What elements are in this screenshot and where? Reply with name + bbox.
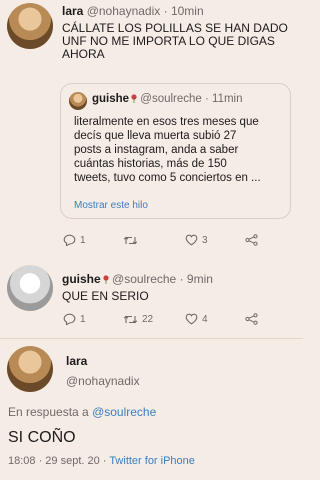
quoted-header: guishe @soulreche · 11min [92, 93, 243, 105]
reply-button[interactable]: 1 [63, 234, 123, 246]
quoted-avatar [69, 92, 87, 110]
reply-context: En respuesta a @soulreche [8, 405, 156, 419]
tweet-metadata: 18:08 · 29 sept. 20 · Twitter for iPhone [8, 455, 195, 467]
reply-icon [63, 313, 76, 325]
like-count: 3 [202, 234, 208, 246]
reply-icon [63, 234, 76, 246]
reply-count: 1 [80, 234, 86, 246]
tweet-text-line: AHORA [62, 47, 105, 61]
retweet-icon [123, 235, 138, 246]
quoted-text-line: cuántas historias, más de 150 [74, 158, 227, 170]
retweet-button[interactable] [123, 235, 185, 246]
reply-to-link[interactable]: @soulreche [92, 405, 156, 419]
share-button[interactable] [245, 234, 258, 246]
quoted-text: literalmente en esos tres meses que decí… [74, 115, 261, 185]
retweet-button[interactable]: 22 [123, 314, 185, 325]
reply-prefix: En respuesta a [8, 405, 89, 419]
reply-button[interactable]: 1 [63, 313, 123, 325]
tweet-timestamp: 18:08 · 29 sept. 20 · [8, 455, 107, 467]
author-name[interactable]: lara [62, 4, 83, 18]
share-icon [245, 313, 258, 325]
quoted-text-line: tweets, tuvo como 5 conciertos en ... [74, 172, 261, 184]
tweet-source-link[interactable]: Twitter for iPhone [109, 455, 195, 467]
quoted-tweet[interactable]: guishe @soulreche · 11min literalmente e… [60, 83, 291, 219]
tweet2-actions: 1 22 4 [63, 313, 258, 325]
rose-icon [131, 94, 137, 103]
retweet-count: 22 [142, 313, 154, 325]
author-name[interactable]: guishe [62, 272, 101, 286]
quoted-author-name: guishe [92, 93, 130, 105]
like-count: 4 [202, 313, 208, 325]
reply-count: 1 [80, 313, 86, 325]
divider [0, 338, 303, 339]
like-icon [185, 234, 198, 246]
quoted-text-line: literalmente en esos tres meses que [74, 116, 259, 128]
avatar-lara[interactable] [7, 3, 53, 49]
like-icon [185, 313, 198, 325]
author-handle[interactable]: @nohaynadix [66, 374, 140, 388]
retweet-icon [123, 314, 138, 325]
quoted-text-line: decís que lleva muerta subió 27 [74, 130, 237, 142]
author-handle[interactable]: @nohaynadix [87, 4, 161, 18]
avatar-lara[interactable] [7, 346, 53, 392]
avatar-guishe[interactable] [7, 265, 53, 311]
quoted-time: · 11min [205, 93, 243, 105]
share-icon [245, 234, 258, 246]
author-name[interactable]: lara [66, 354, 87, 368]
tweet1-actions: 1 3 [63, 234, 258, 246]
quoted-author-handle: @soulreche [140, 93, 202, 105]
tweet-time: · 10min [163, 4, 204, 18]
author-handle[interactable]: @soulreche [112, 272, 176, 286]
quoted-text-line: posts a instagram, anda a saber [74, 144, 239, 156]
tweet-time: · 9min [179, 272, 213, 286]
tweet2-text: QUE EN SERIO [62, 289, 149, 303]
share-button[interactable] [245, 313, 258, 325]
tweet1-text: CÁLLATE LOS POLILLAS SE HAN DADO UNF NO … [62, 22, 288, 61]
like-button[interactable]: 4 [185, 313, 245, 325]
tweet1-header: lara @nohaynadix · 10min [62, 4, 204, 18]
tweet3-text: SI COÑO [8, 429, 76, 446]
rose-icon [103, 275, 109, 284]
like-button[interactable]: 3 [185, 234, 245, 246]
show-thread-link[interactable]: Mostrar este hilo [74, 200, 148, 211]
tweet2-header: guishe @soulreche · 9min [62, 272, 213, 286]
